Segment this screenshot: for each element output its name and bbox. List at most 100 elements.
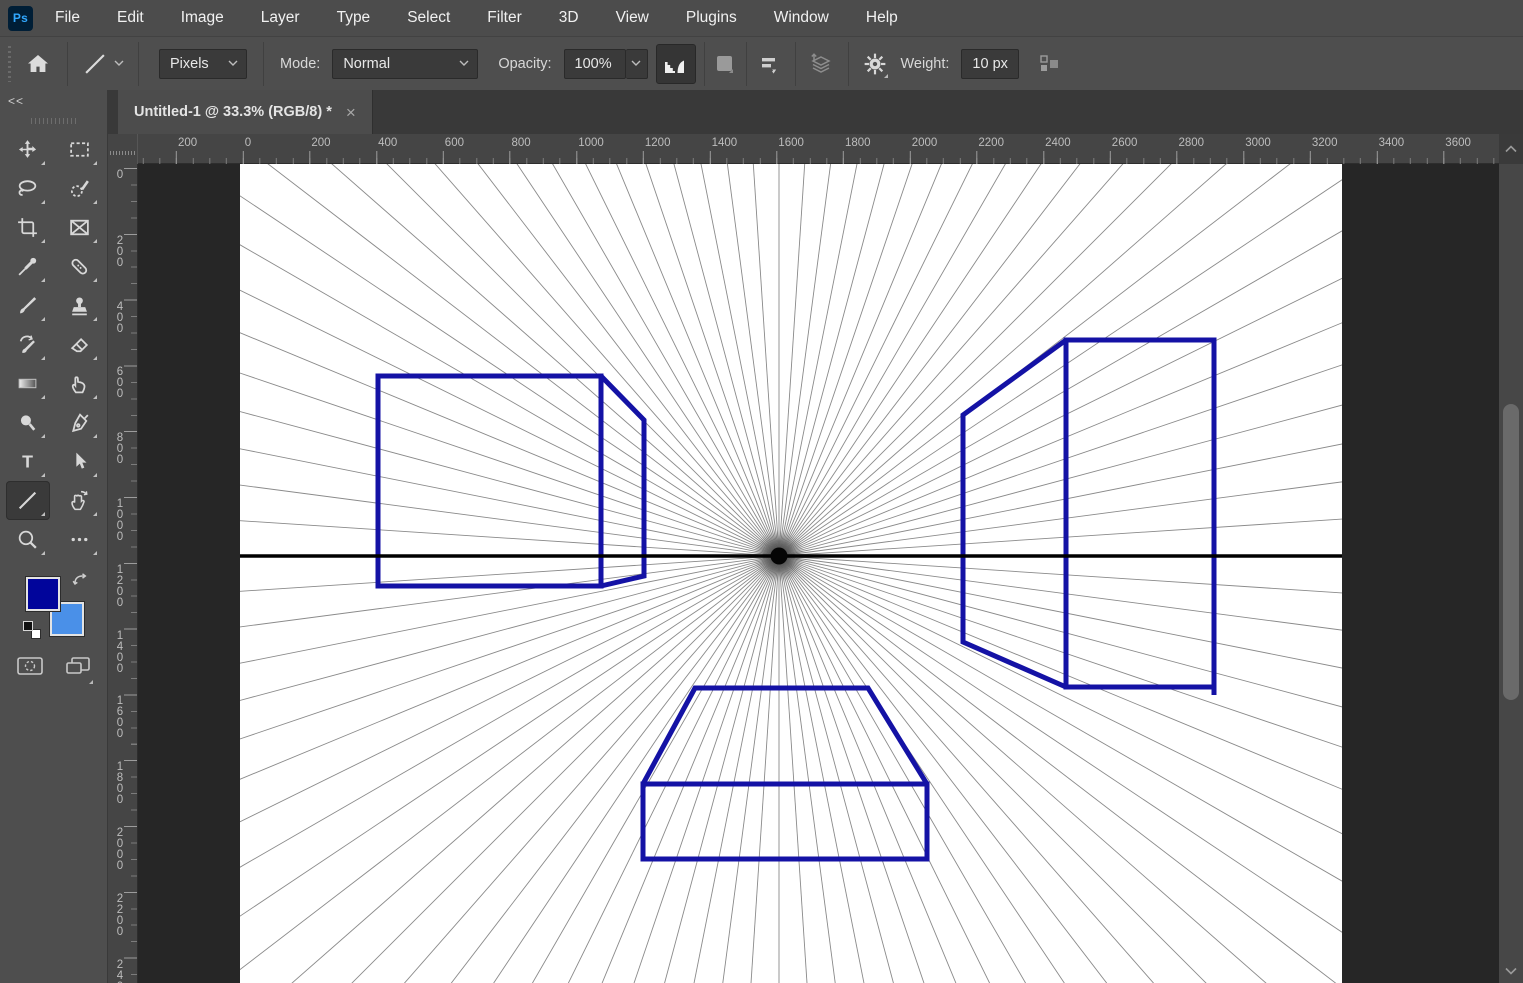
- tools-grid: T: [0, 130, 107, 559]
- vertical-ruler[interactable]: 0200400600800100012001400160018002000220…: [108, 164, 138, 983]
- unit-select[interactable]: Pixels: [159, 49, 247, 79]
- weight-input[interactable]: 10 px: [961, 49, 1019, 79]
- opacity-dropdown-button[interactable]: [626, 49, 648, 79]
- zoom-icon: [16, 528, 39, 551]
- tab-close-icon[interactable]: ×: [346, 104, 356, 121]
- tool-line[interactable]: [6, 481, 50, 520]
- flyout-indicator: [93, 161, 97, 165]
- tool-settings-button[interactable]: [863, 52, 887, 76]
- default-colors-icon[interactable]: [23, 621, 41, 639]
- menu-item-filter[interactable]: Filter: [487, 9, 521, 27]
- h-ruler-label: 3200: [1312, 137, 1338, 149]
- rectangular-marquee-icon: [68, 138, 91, 161]
- ruler-origin[interactable]: [108, 134, 138, 164]
- scroll-up-button[interactable]: [1499, 134, 1523, 164]
- quick-mask-icon: [16, 655, 44, 677]
- menu-item-edit[interactable]: Edit: [117, 9, 144, 27]
- flyout-indicator: [93, 356, 97, 360]
- tool-preset-picker[interactable]: [80, 51, 126, 77]
- tool-rotate-view[interactable]: [58, 481, 102, 520]
- options-bar-grip[interactable]: [6, 46, 13, 82]
- menu-item-3d[interactable]: 3D: [559, 9, 579, 27]
- right-box: [963, 340, 1214, 695]
- horizontal-ruler[interactable]: 2000200400600800100012001400160018002000…: [108, 134, 1499, 164]
- tool-pen[interactable]: [58, 403, 102, 442]
- pen-icon: [68, 411, 91, 434]
- tool-brush[interactable]: [6, 286, 50, 325]
- v-ruler-label: 200: [108, 236, 132, 269]
- flyout-indicator: [41, 317, 45, 321]
- h-ruler-label: 2200: [978, 137, 1004, 149]
- chevron-down-icon: [228, 60, 238, 67]
- tool-rectangular-marquee[interactable]: [58, 130, 102, 169]
- screen-mode-button[interactable]: [64, 655, 92, 682]
- history-brush-icon: [16, 333, 39, 356]
- opacity-input[interactable]: 100%: [564, 49, 626, 79]
- menu-bar: Ps FileEditImageLayerTypeSelectFilter3DV…: [0, 0, 1523, 36]
- tools-panel-grip[interactable]: [31, 118, 77, 124]
- fill-swatch-icon: [717, 56, 732, 71]
- menu-item-select[interactable]: Select: [407, 9, 450, 27]
- opacity-value: 100%: [575, 56, 612, 72]
- tool-eyedropper[interactable]: [6, 247, 50, 286]
- menu-item-layer[interactable]: Layer: [261, 9, 300, 27]
- flyout-indicator: [93, 239, 97, 243]
- h-ruler-label: 600: [445, 137, 464, 149]
- tool-quick-selection[interactable]: [58, 169, 102, 208]
- vertical-scrollbar[interactable]: [1499, 164, 1523, 983]
- workspace-grid-icon: [1039, 54, 1059, 74]
- menu-item-view[interactable]: View: [616, 9, 649, 27]
- eyedropper-icon: [16, 255, 39, 278]
- scroll-down-button[interactable]: [1499, 961, 1523, 981]
- tool-move[interactable]: [6, 130, 50, 169]
- gradient-icon: [16, 372, 39, 395]
- flyout-indicator: [41, 200, 45, 204]
- document-tab[interactable]: Untitled-1 @ 33.3% (RGB/8) * ×: [118, 90, 373, 134]
- scrollbar-thumb[interactable]: [1503, 404, 1519, 700]
- chevron-up-icon: [1505, 145, 1517, 153]
- tool-path-selection[interactable]: [58, 442, 102, 481]
- tool-crop[interactable]: [6, 208, 50, 247]
- stroke-fill-button[interactable]: [717, 56, 732, 71]
- menu-item-image[interactable]: Image: [181, 9, 224, 27]
- foreground-color-swatch[interactable]: [26, 577, 60, 611]
- tool-dodge[interactable]: [6, 403, 50, 442]
- home-button[interactable]: [25, 52, 51, 76]
- v-ruler-label: 2400: [108, 960, 132, 983]
- tool-clone-stamp[interactable]: [58, 286, 102, 325]
- tool-spot-healing-brush[interactable]: [58, 247, 102, 286]
- tool-history-brush[interactable]: [6, 325, 50, 364]
- menu-item-type[interactable]: Type: [337, 9, 371, 27]
- tool-edit-toolbar[interactable]: [58, 520, 102, 559]
- tool-smudge[interactable]: [58, 364, 102, 403]
- layer-arrange-button[interactable]: [808, 51, 834, 77]
- tool-zoom[interactable]: [6, 520, 50, 559]
- tool-gradient[interactable]: [6, 364, 50, 403]
- menu-item-window[interactable]: Window: [774, 9, 829, 27]
- align-button[interactable]: [759, 54, 781, 74]
- opacity-label: Opacity:: [498, 56, 551, 72]
- anti-alias-toggle[interactable]: [656, 44, 696, 84]
- tool-type[interactable]: T: [6, 442, 50, 481]
- anti-alias-icon: [663, 53, 689, 75]
- collapse-panel-button[interactable]: <<: [8, 94, 24, 108]
- flyout-indicator: [93, 200, 97, 204]
- tool-eraser[interactable]: [58, 325, 102, 364]
- v-ruler-label: 1800: [108, 762, 132, 806]
- tool-lasso[interactable]: [6, 169, 50, 208]
- flyout-indicator: [41, 395, 45, 399]
- flyout-indicator: [41, 239, 45, 243]
- tool-frame[interactable]: [58, 208, 102, 247]
- arrange-button[interactable]: [1039, 54, 1059, 74]
- workspace: << T: [0, 90, 1523, 983]
- quick-mask-button[interactable]: [16, 655, 44, 682]
- document-canvas[interactable]: [240, 164, 1342, 983]
- screen-mode-icon: [64, 655, 92, 677]
- swap-colors-icon[interactable]: [72, 572, 88, 588]
- weight-value: 10 px: [972, 56, 1007, 72]
- mode-select[interactable]: Normal: [332, 49, 478, 79]
- menu-item-help[interactable]: Help: [866, 9, 898, 27]
- menu-item-plugins[interactable]: Plugins: [686, 9, 737, 27]
- h-ruler-label: 1200: [645, 137, 671, 149]
- menu-item-file[interactable]: File: [55, 9, 80, 27]
